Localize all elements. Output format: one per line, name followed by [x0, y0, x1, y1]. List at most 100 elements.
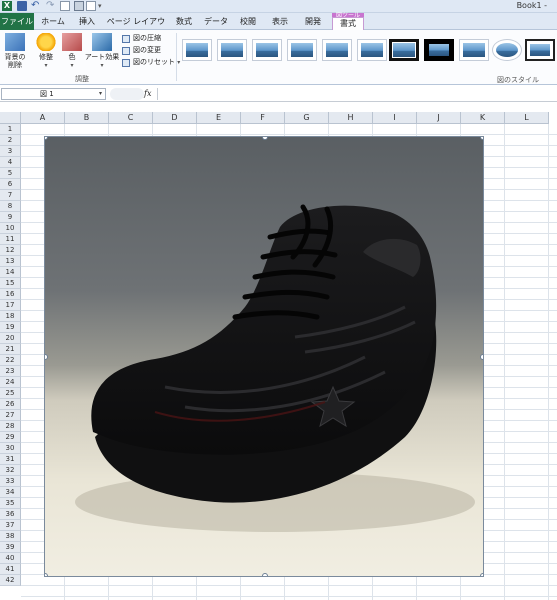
- row-header[interactable]: 6: [0, 179, 21, 190]
- row-header[interactable]: 15: [0, 278, 21, 289]
- row-header[interactable]: 8: [0, 201, 21, 212]
- column-header[interactable]: C: [109, 112, 153, 124]
- save-icon[interactable]: [17, 1, 27, 11]
- row-header[interactable]: 29: [0, 432, 21, 443]
- row-header[interactable]: 32: [0, 465, 21, 476]
- column-header[interactable]: J: [417, 112, 461, 124]
- row-header[interactable]: 5: [0, 168, 21, 179]
- corrections-button[interactable]: 修整 ▾: [33, 33, 59, 70]
- tab-data[interactable]: データ: [202, 15, 230, 30]
- tab-home[interactable]: ホーム: [38, 15, 68, 30]
- picture-style-thumb[interactable]: [389, 39, 419, 61]
- row-header[interactable]: 9: [0, 212, 21, 223]
- row-header[interactable]: 10: [0, 223, 21, 234]
- redo-icon[interactable]: ↷: [46, 1, 56, 11]
- column-header[interactable]: D: [153, 112, 197, 124]
- row-header[interactable]: 2: [0, 135, 21, 146]
- picture-style-thumb[interactable]: [357, 39, 387, 61]
- quick-access-dropdown-icon[interactable]: ▾: [98, 1, 108, 11]
- insert-function-icon[interactable]: fx: [144, 88, 151, 100]
- picture-style-thumb[interactable]: [424, 39, 454, 61]
- column-header[interactable]: B: [65, 112, 109, 124]
- column-header[interactable]: G: [285, 112, 329, 124]
- row-header[interactable]: 33: [0, 476, 21, 487]
- row-header[interactable]: 39: [0, 542, 21, 553]
- tab-view[interactable]: 表示: [266, 15, 294, 30]
- tab-developer[interactable]: 開発: [298, 15, 328, 30]
- picture-style-thumb[interactable]: [252, 39, 282, 61]
- row-header[interactable]: 4: [0, 157, 21, 168]
- print-preview-icon[interactable]: [86, 1, 96, 11]
- resize-handle[interactable]: [480, 137, 483, 140]
- row-header[interactable]: 19: [0, 322, 21, 333]
- row-header[interactable]: 22: [0, 355, 21, 366]
- picture-style-thumb[interactable]: [525, 39, 555, 61]
- resize-handle[interactable]: [480, 573, 483, 576]
- row-header[interactable]: 31: [0, 454, 21, 465]
- embedded-picture[interactable]: [44, 136, 484, 577]
- picture-style-thumb[interactable]: [182, 39, 212, 61]
- chevron-down-icon[interactable]: ▾: [99, 88, 102, 100]
- column-header[interactable]: H: [329, 112, 373, 124]
- row-header[interactable]: 27: [0, 410, 21, 421]
- tab-formulas[interactable]: 数式: [170, 15, 198, 30]
- row-header[interactable]: 42: [0, 575, 21, 586]
- row-header[interactable]: 35: [0, 498, 21, 509]
- row-header[interactable]: 41: [0, 564, 21, 575]
- row-header[interactable]: 16: [0, 289, 21, 300]
- column-header[interactable]: K: [461, 112, 505, 124]
- tab-insert[interactable]: 挿入: [72, 15, 102, 30]
- resize-handle[interactable]: [45, 573, 48, 576]
- row-header[interactable]: 20: [0, 333, 21, 344]
- picture-style-thumb[interactable]: [322, 39, 352, 61]
- remove-background-button[interactable]: 背景の削除: [2, 33, 28, 69]
- row-header[interactable]: 11: [0, 234, 21, 245]
- select-all-corner[interactable]: [0, 112, 21, 124]
- tab-file[interactable]: ファイル: [0, 13, 34, 30]
- tab-review[interactable]: 校閲: [234, 15, 262, 30]
- resize-handle[interactable]: [262, 573, 268, 576]
- row-header[interactable]: 34: [0, 487, 21, 498]
- column-header[interactable]: E: [197, 112, 241, 124]
- change-picture-button[interactable]: 図の変更: [122, 45, 161, 56]
- row-header[interactable]: 37: [0, 520, 21, 531]
- picture-style-thumb[interactable]: [287, 39, 317, 61]
- row-header[interactable]: 24: [0, 377, 21, 388]
- row-header[interactable]: 1: [0, 124, 21, 135]
- tab-page-layout[interactable]: ページ レイアウト: [106, 15, 166, 39]
- row-header[interactable]: 13: [0, 256, 21, 267]
- new-document-icon[interactable]: [60, 1, 70, 11]
- row-header[interactable]: 17: [0, 300, 21, 311]
- column-header[interactable]: A: [21, 112, 65, 124]
- row-header[interactable]: 26: [0, 399, 21, 410]
- row-header[interactable]: 38: [0, 531, 21, 542]
- artistic-effects-button[interactable]: アート効果 ▾: [84, 33, 120, 70]
- row-header[interactable]: 21: [0, 344, 21, 355]
- row-header[interactable]: 3: [0, 146, 21, 157]
- row-header[interactable]: 23: [0, 366, 21, 377]
- reset-picture-button[interactable]: 図のリセット ▾: [122, 57, 180, 68]
- picture-style-thumb[interactable]: [492, 39, 522, 61]
- row-header[interactable]: 12: [0, 245, 21, 256]
- undo-icon[interactable]: ↶: [31, 1, 41, 11]
- resize-handle[interactable]: [480, 354, 483, 360]
- row-header[interactable]: 28: [0, 421, 21, 432]
- name-box[interactable]: 図 1: [1, 88, 106, 100]
- row-header[interactable]: 30: [0, 443, 21, 454]
- print-icon[interactable]: [74, 1, 84, 11]
- row-header[interactable]: 40: [0, 553, 21, 564]
- row-header[interactable]: 36: [0, 509, 21, 520]
- row-header[interactable]: 7: [0, 190, 21, 201]
- compress-pictures-button[interactable]: 図の圧縮: [122, 33, 161, 44]
- row-header[interactable]: 25: [0, 388, 21, 399]
- formula-input[interactable]: [157, 88, 557, 100]
- excel-app-icon[interactable]: X: [2, 1, 12, 11]
- row-header[interactable]: 14: [0, 267, 21, 278]
- column-header[interactable]: F: [241, 112, 285, 124]
- color-button[interactable]: 色 ▾: [61, 33, 83, 70]
- column-header[interactable]: I: [373, 112, 417, 124]
- picture-style-thumb[interactable]: [217, 39, 247, 61]
- picture-style-thumb[interactable]: [459, 39, 489, 61]
- row-header[interactable]: 18: [0, 311, 21, 322]
- tab-picture-format[interactable]: 書式: [332, 17, 364, 31]
